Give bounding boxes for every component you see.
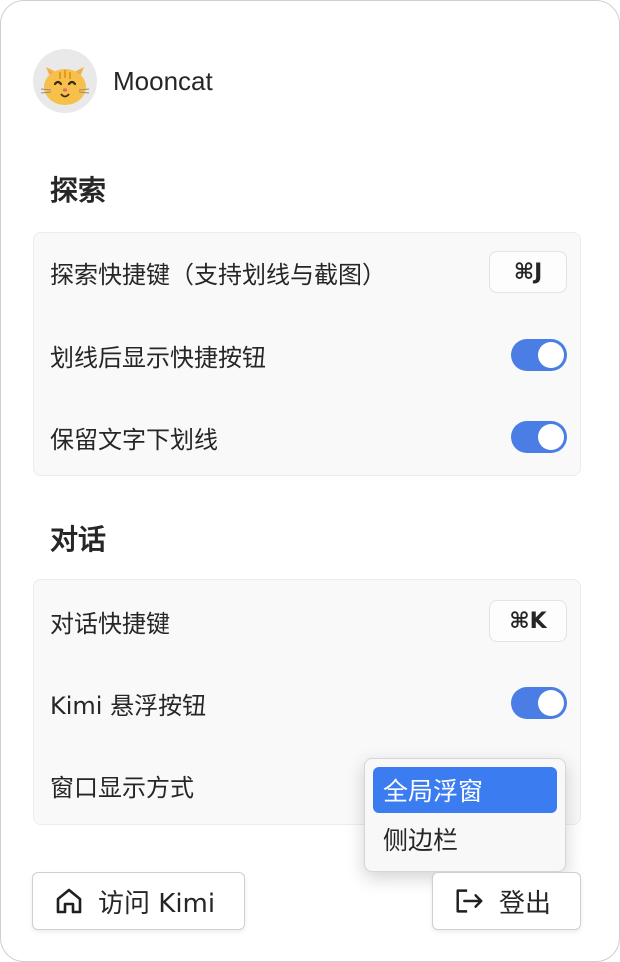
section-title-explore: 探索 [50, 174, 107, 207]
floating-button-toggle[interactable] [511, 687, 567, 719]
floating-button-row: Kimi 悬浮按钮 [34, 681, 580, 725]
option-global-float[interactable]: 全局浮窗 [373, 767, 557, 813]
keep-underline-toggle[interactable] [511, 421, 567, 453]
explore-settings-card: 探索快捷键（支持划线与截图） ⌘J 划线后显示快捷按钮 保留文字下划线 [33, 232, 581, 476]
toggle-knob [538, 690, 564, 716]
chat-shortcut-label: 对话快捷键 [50, 609, 170, 638]
show-button-label: 划线后显示快捷按钮 [50, 343, 266, 372]
chat-shortcut-row: 对话快捷键 ⌘K [34, 599, 580, 643]
chat-shortcut-key[interactable]: ⌘K [489, 600, 567, 642]
explore-shortcut-key[interactable]: ⌘J [489, 251, 567, 293]
show-button-row: 划线后显示快捷按钮 [34, 333, 580, 377]
visit-kimi-label: 访问 Kimi [98, 888, 216, 919]
toggle-knob [538, 342, 564, 368]
logout-button[interactable]: 登出 [432, 872, 581, 930]
cat-face-icon [40, 67, 90, 105]
window-mode-dropdown[interactable]: 全局浮窗 侧边栏 [364, 758, 566, 872]
toggle-knob [538, 424, 564, 450]
section-title-chat: 对话 [50, 523, 107, 556]
visit-kimi-button[interactable]: 访问 Kimi [32, 872, 245, 930]
logout-label: 登出 [499, 888, 552, 919]
floating-button-label: Kimi 悬浮按钮 [50, 691, 207, 720]
home-icon [53, 885, 85, 917]
settings-panel: Mooncat 探索 探索快捷键（支持划线与截图） ⌘J 划线后显示快捷按钮 保… [0, 0, 620, 962]
keep-underline-row: 保留文字下划线 [34, 415, 580, 459]
avatar[interactable] [33, 49, 97, 113]
explore-shortcut-label: 探索快捷键（支持划线与截图） [50, 260, 386, 289]
keep-underline-label: 保留文字下划线 [50, 425, 218, 454]
profile-header: Mooncat [33, 49, 213, 113]
username: Mooncat [113, 65, 213, 96]
explore-shortcut-row: 探索快捷键（支持划线与截图） ⌘J [34, 250, 580, 294]
window-mode-label: 窗口显示方式 [50, 773, 194, 802]
option-sidebar[interactable]: 侧边栏 [373, 816, 557, 862]
show-button-toggle[interactable] [511, 339, 567, 371]
logout-icon [453, 885, 485, 917]
